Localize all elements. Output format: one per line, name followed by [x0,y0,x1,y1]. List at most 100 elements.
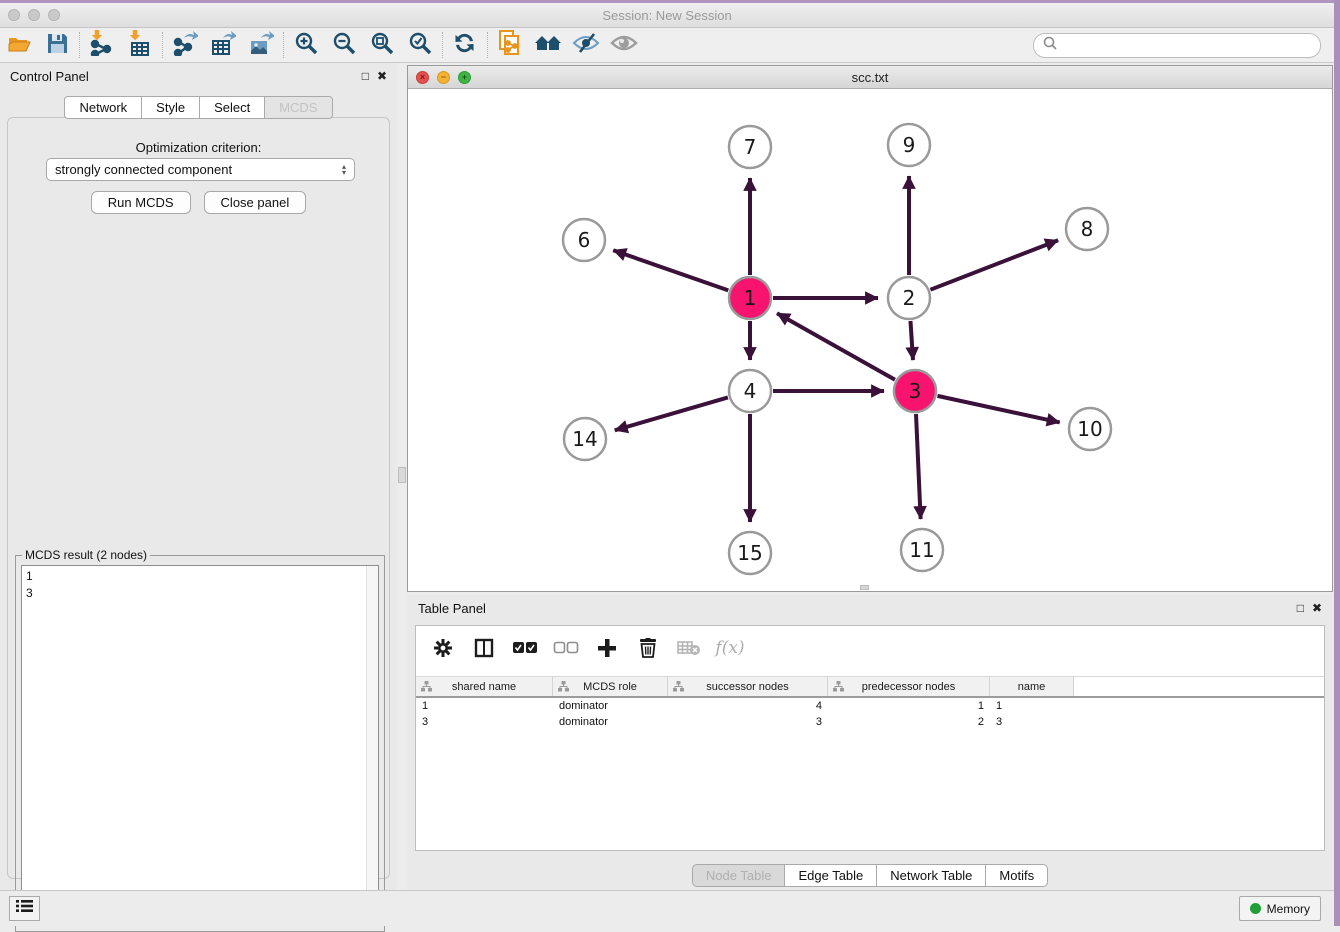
node-label-11: 11 [909,538,934,562]
tab-style[interactable]: Style [141,96,199,119]
import-network-button[interactable] [83,30,121,60]
edge-4-14[interactable] [615,397,728,430]
toolbar-separator [442,32,443,58]
hide-selected-button[interactable] [567,30,605,60]
memory-button[interactable]: Memory [1239,896,1321,921]
table-cell[interactable]: 1 [828,700,990,712]
node-label-7: 7 [744,135,757,159]
mcds-result-list[interactable]: 1 3 [21,565,379,926]
horizontal-splitter-grip[interactable] [860,585,869,590]
tab-mcds[interactable]: MCDS [264,96,332,119]
duplicate-network-button[interactable] [491,30,529,60]
float-table-panel-icon[interactable]: □ [1297,602,1304,614]
memory-label: Memory [1267,902,1310,916]
apply-layout-button[interactable] [446,30,484,60]
open-folder-icon [7,32,31,59]
column-header-successor-nodes[interactable]: successor nodes [668,677,828,696]
tab-network[interactable]: Network [64,96,141,119]
add-row-icon[interactable] [594,635,620,661]
eye-slash-icon [572,32,600,59]
save-disk-icon [46,32,68,59]
table-cell[interactable]: dominator [553,700,668,712]
network-window-titlebar[interactable]: × − + scc.txt [408,66,1332,89]
tab-motifs[interactable]: Motifs [985,864,1048,887]
toolbar-separator [487,32,488,58]
duplicate-network-icon [497,29,523,62]
edge-1-6[interactable] [613,250,728,290]
open-session-button[interactable] [0,30,38,60]
delete-row-icon[interactable] [635,635,661,661]
zoom-out-icon [331,30,357,61]
zoom-selected-button[interactable] [401,30,439,60]
zoom-in-button[interactable] [287,30,325,60]
result-scrollbar[interactable] [366,566,378,925]
tab-node-table[interactable]: Node Table [692,864,785,887]
optimization-criterion-label: Optimization criterion: [8,140,389,155]
task-history-button[interactable] [9,896,40,921]
show-hidden-button[interactable] [605,30,643,60]
column-header-MCDS-role[interactable]: MCDS role [553,677,668,696]
edge-2-3[interactable] [910,321,913,360]
eye-icon [610,32,638,59]
main-toolbar [0,28,1334,63]
control-panel-tabs: NetworkStyleSelectMCDS [0,96,397,119]
delete-table-icon[interactable] [676,635,702,661]
select-all-icon[interactable] [512,635,538,661]
save-session-button[interactable] [38,30,76,60]
table-cell[interactable]: 3 [990,716,1074,728]
table-cell[interactable]: dominator [553,716,668,728]
zoom-out-button[interactable] [325,30,363,60]
table-cell[interactable]: 2 [828,716,990,728]
table-row[interactable]: 1dominator411 [416,698,1324,714]
node-label-15: 15 [737,541,762,565]
import-table-button[interactable] [121,30,159,60]
export-network-button[interactable] [166,30,204,60]
tab-network-table[interactable]: Network Table [876,864,985,887]
close-table-panel-icon[interactable]: ✖ [1312,602,1322,614]
search-input[interactable] [1058,39,1320,53]
search-box[interactable] [1033,33,1321,58]
vertical-splitter-grip[interactable] [398,467,406,483]
function-builder-icon[interactable]: f(x) [717,635,743,661]
import-table-icon [128,30,152,61]
node-label-1: 1 [744,286,757,310]
table-settings-gear-icon[interactable] [430,635,456,661]
export-table-button[interactable] [204,30,242,60]
column-header-shared-name[interactable]: shared name [416,677,553,696]
run-mcds-button[interactable]: Run MCDS [91,191,191,214]
export-image-button[interactable] [242,30,280,60]
show-column-icon[interactable] [471,635,497,661]
table-cell[interactable]: 1 [990,700,1074,712]
table-cell[interactable]: 3 [416,716,553,728]
table-cell[interactable]: 1 [416,700,553,712]
tab-edge-table[interactable]: Edge Table [784,864,876,887]
show-all-networks-button[interactable] [529,30,567,60]
table-panel-title: Table Panel [418,601,486,616]
deselect-all-icon[interactable] [553,635,579,661]
table-cell[interactable]: 4 [668,700,828,712]
float-panel-icon[interactable]: □ [362,70,369,82]
tab-select[interactable]: Select [199,96,264,119]
table-panel-tabs: Node TableEdge TableNetwork TableMotifs [407,864,1333,887]
table-cell[interactable]: 3 [668,716,828,728]
edge-3-11[interactable] [916,414,921,519]
edge-2-8[interactable] [930,240,1058,289]
close-panel-button[interactable]: Close panel [204,191,307,214]
column-label: MCDS role [583,681,637,693]
edge-3-1[interactable] [777,313,895,379]
zoom-fit-button[interactable] [363,30,401,60]
column-header-predecessor-nodes[interactable]: predecessor nodes [828,677,990,696]
criterion-select[interactable]: strongly connected component ▴▾ [46,158,355,181]
column-label: shared name [452,681,516,693]
table-row[interactable]: 3dominator323 [416,714,1324,730]
toolbar-separator [79,32,80,58]
column-header-name[interactable]: name [990,677,1074,696]
edge-3-10[interactable] [937,396,1059,423]
zoom-in-icon [293,30,319,61]
export-image-icon [248,30,274,61]
close-panel-icon[interactable]: ✖ [377,70,387,82]
network-window-title: scc.txt [408,70,1332,85]
node-label-6: 6 [578,228,591,252]
network-canvas[interactable]: 7968124314101511 [408,89,1332,592]
node-table-container: f(x) shared name MCDS role successor nodes… [415,625,1325,851]
